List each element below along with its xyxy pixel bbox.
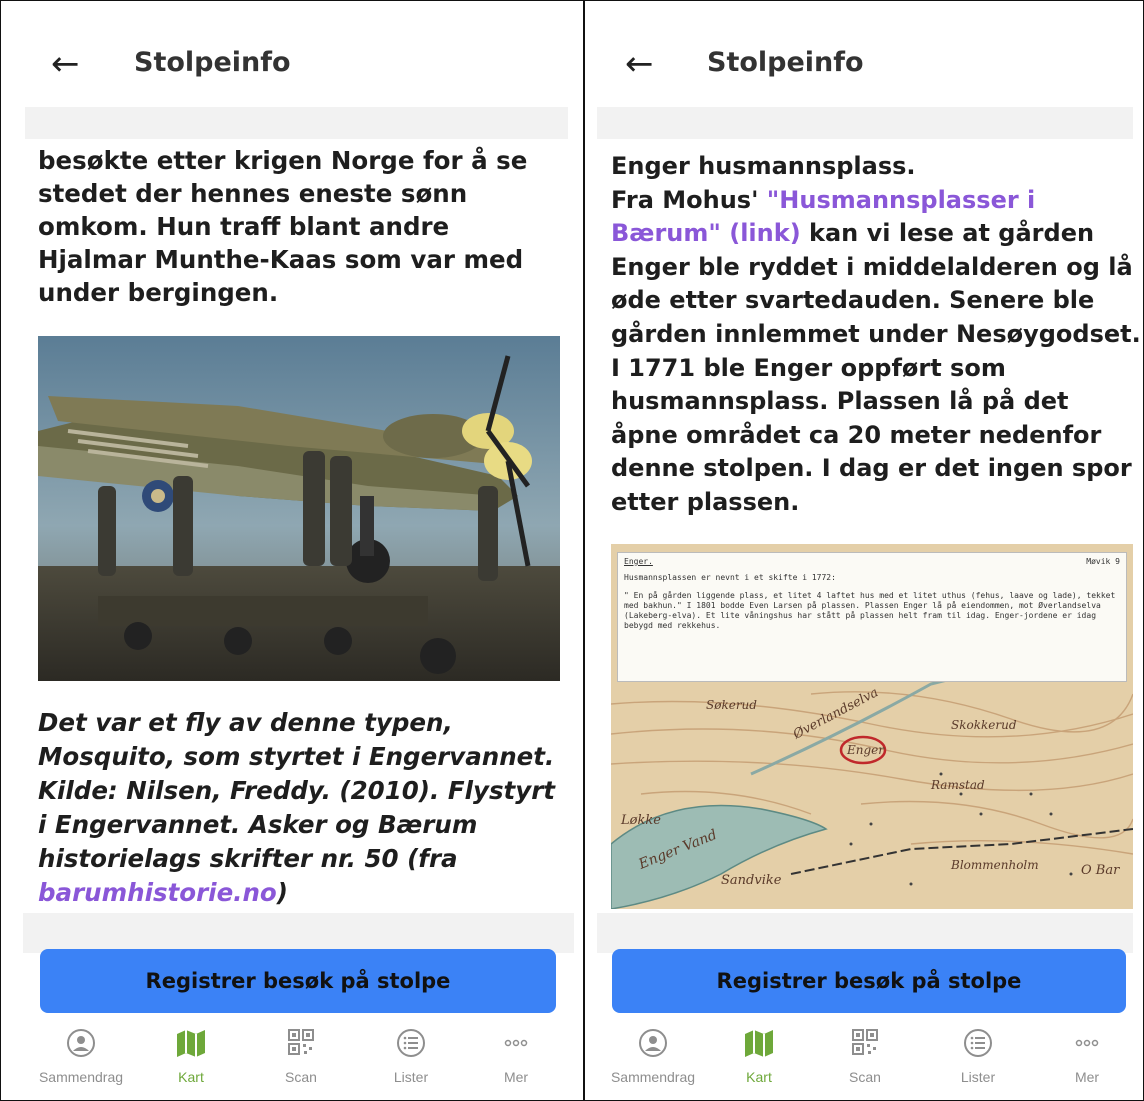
map-label-soknerud: Søkerud <box>706 698 757 712</box>
tab-label: Mer <box>503 1069 529 1085</box>
phone-screen-left: ← Stolpeinfo besøkte etter krigen Norge … <box>1 1 582 1100</box>
tab-mer[interactable]: Mer <box>1037 1015 1137 1095</box>
aircraft-illustration <box>38 336 560 681</box>
photo-caption: Det var et fly av denne typen, Mosquito,… <box>38 706 563 910</box>
bottom-tab-bar: Sammendrag Kart Scan Lister Mer <box>585 1015 1143 1095</box>
tab-label: Sammendrag <box>38 1069 124 1085</box>
tab-label: Kart <box>746 1069 772 1085</box>
phone-screen-right: ← Stolpeinfo Enger husmannsplass. Fra Moh… <box>585 1 1143 1100</box>
paragraph-intro: Enger husmannsplass. <box>611 152 916 180</box>
page-title: Stolpeinfo <box>707 47 864 78</box>
header-shadow <box>597 107 1133 139</box>
qr-code-icon <box>288 1029 314 1055</box>
tab-label: Scan <box>849 1069 881 1085</box>
note-page: Møvik 9 <box>1086 557 1120 566</box>
user-circle-icon <box>67 1029 95 1057</box>
tab-kart[interactable]: Kart <box>709 1015 809 1095</box>
tab-label: Mer <box>1074 1069 1100 1085</box>
paragraph-pre: Fra Mohus' <box>611 185 767 214</box>
bottom-tab-bar: Sammendrag Kart Scan Lister Mer <box>1 1015 582 1095</box>
tab-mer[interactable]: Mer <box>466 1015 566 1095</box>
map-icon <box>177 1030 205 1057</box>
note-line1: Husmannsplassen er nevnt i et skifte i 1… <box>624 573 836 582</box>
more-dots-icon <box>1075 1039 1099 1047</box>
app-header: ← Stolpeinfo <box>585 1 1143 107</box>
tab-label: Sammendrag <box>610 1069 696 1085</box>
caption-text: Det var et fly av denne typen, Mosquito,… <box>38 708 556 873</box>
map-label-bar: O Bar <box>1081 863 1120 878</box>
tab-lister[interactable]: Lister <box>361 1015 461 1095</box>
map-label-blommenholm: Blommenholm <box>950 858 1039 872</box>
map-label-ramstad: Ramstad <box>930 778 985 792</box>
footer-shade <box>23 913 574 953</box>
map-label-skokkerud: Skokkerud <box>951 718 1017 732</box>
footer-shade <box>597 913 1133 953</box>
mosquito-aircraft-photo <box>38 336 560 681</box>
page-title: Stolpeinfo <box>134 47 291 78</box>
more-dots-icon <box>504 1039 528 1047</box>
app-header: ← Stolpeinfo <box>1 1 582 107</box>
header-shadow <box>25 107 568 139</box>
map-label-sandvike: Sandvike <box>721 873 782 888</box>
historic-map-image: Enger Skokkerud Ramstad Søkerud Enger Va… <box>611 544 1133 909</box>
map-label-enger: Enger <box>846 743 885 757</box>
barumhistorie-link[interactable]: barumhistorie.no <box>38 878 277 907</box>
post-description: Enger husmannsplass. Fra Mohus' "Husmanns… <box>611 150 1141 520</box>
register-visit-button[interactable]: Registrer besøk på stolpe <box>40 949 556 1013</box>
qr-code-icon <box>852 1029 878 1055</box>
post-description: besøkte etter krigen Norge for å se sted… <box>38 146 528 307</box>
tab-label: Scan <box>285 1069 317 1085</box>
map-label-lokke: Løkke <box>620 813 661 828</box>
tab-kart[interactable]: Kart <box>141 1015 241 1095</box>
map-text-note: Enger. Møvik 9 Husmannsplassen er nevnt … <box>617 552 1127 682</box>
map-icon <box>745 1030 773 1057</box>
tab-scan[interactable]: Scan <box>815 1015 915 1095</box>
paragraph-post: kan vi lese at gården Enger ble ryddet i… <box>611 219 1141 516</box>
tab-sammendrag[interactable]: Sammendrag <box>31 1015 131 1095</box>
caption-end: ) <box>276 878 288 907</box>
arrow-left-icon[interactable]: ← <box>51 44 80 84</box>
arrow-left-icon[interactable]: ← <box>625 44 654 84</box>
list-icon <box>397 1029 425 1057</box>
tab-label: Lister <box>960 1069 996 1085</box>
list-icon <box>964 1029 992 1057</box>
tab-label: Lister <box>393 1069 429 1085</box>
register-visit-button[interactable]: Registrer besøk på stolpe <box>612 949 1126 1013</box>
user-circle-icon <box>639 1029 667 1057</box>
tab-sammendrag[interactable]: Sammendrag <box>603 1015 703 1095</box>
tab-scan[interactable]: Scan <box>251 1015 351 1095</box>
note-quote: " En på gården liggende plass, et litet … <box>624 591 1116 630</box>
tab-label: Kart <box>178 1069 204 1085</box>
tab-lister[interactable]: Lister <box>928 1015 1028 1095</box>
note-heading: Enger. <box>624 557 653 566</box>
